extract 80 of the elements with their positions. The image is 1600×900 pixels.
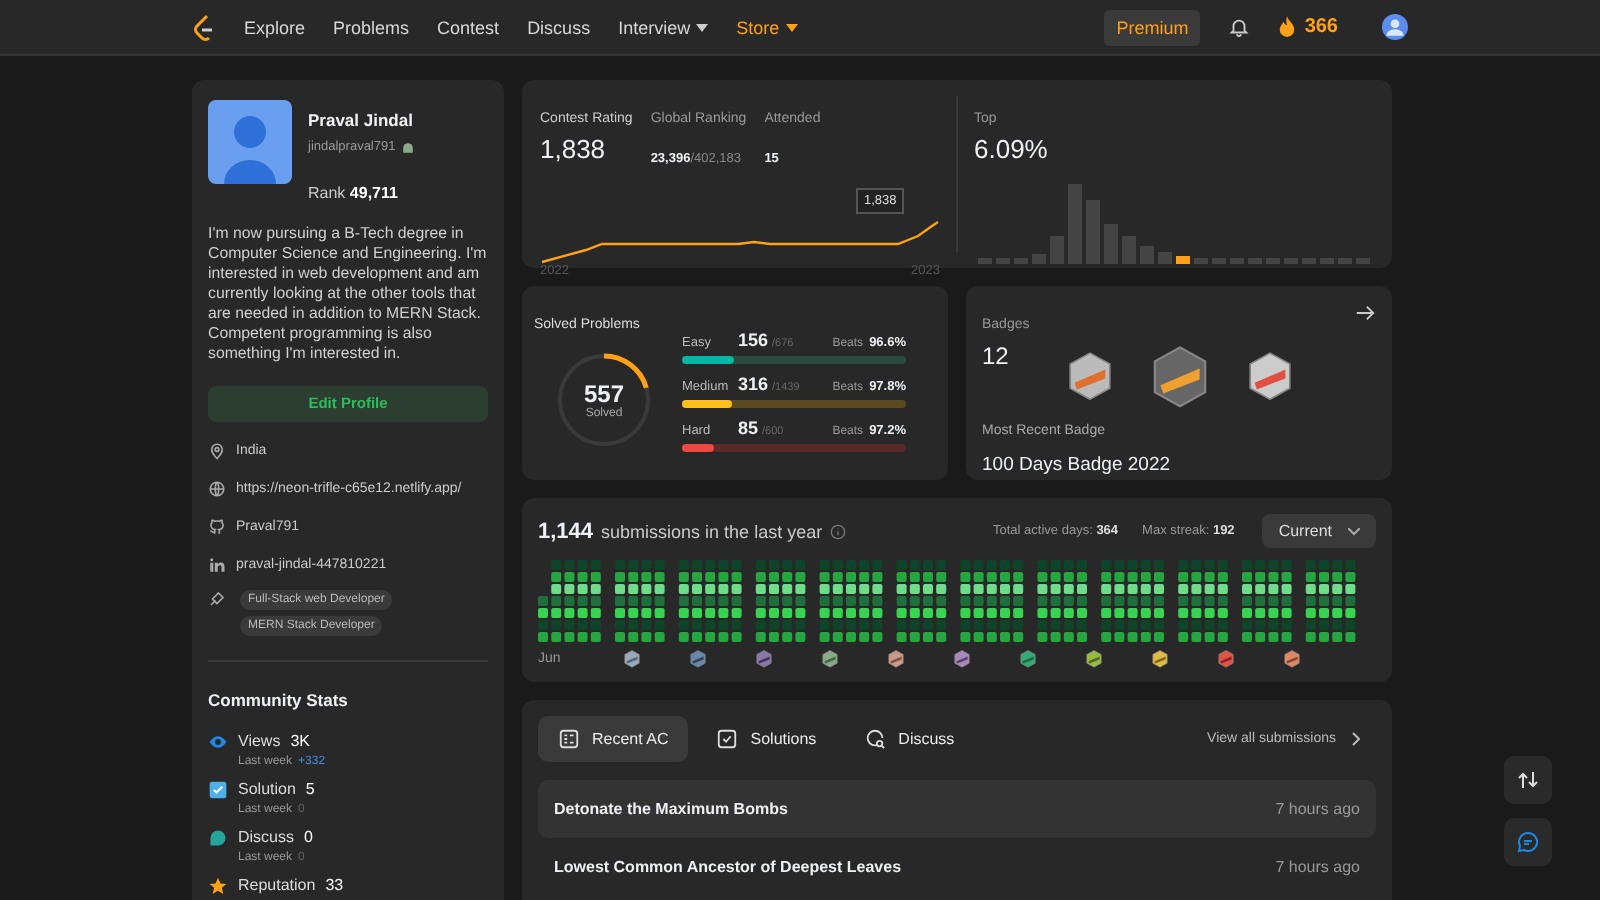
premium-button[interactable]: Premium (1104, 9, 1201, 45)
rank-text: Rank 49,711 (308, 184, 398, 202)
stat-value: 0 (304, 828, 313, 846)
stat-value: 3K (290, 732, 310, 750)
caret-icon (785, 23, 798, 31)
logo-icon[interactable] (192, 13, 216, 41)
problem-title: Detonate the Maximum Bombs (554, 800, 788, 818)
section-title: Community Stats (208, 689, 348, 709)
arrow-right-icon[interactable] (1354, 302, 1376, 324)
month-badge-icon (1019, 650, 1035, 668)
month-badge-icon (1217, 650, 1233, 668)
submission-time: 7 hours ago (1275, 858, 1360, 876)
streak-count: 366 (1304, 16, 1338, 38)
chat-bubble-icon (208, 827, 228, 847)
month-badge-icon (689, 650, 705, 668)
tab[interactable]: Discuss (844, 716, 975, 762)
user-name: Praval Jindal (308, 110, 413, 130)
list-icon (558, 728, 580, 750)
nav-link[interactable]: Interview (618, 17, 709, 37)
badge-count: 12 (982, 342, 1009, 370)
nav-link[interactable]: Problems (333, 17, 410, 37)
month-badge-icon (1151, 650, 1167, 668)
submission-count: 1,144 (538, 519, 594, 543)
stat-label: Solution (238, 780, 296, 798)
month-badge-icon (887, 650, 903, 668)
badge-icon (1247, 352, 1291, 401)
problem-title: Lowest Common Ancestor of Deepest Leaves (554, 858, 902, 876)
chat-search-icon (864, 728, 887, 750)
solved-count: 156 (738, 330, 769, 350)
chevron-down-icon (1348, 527, 1360, 535)
tab[interactable]: Solutions (696, 716, 837, 762)
github-icon (208, 517, 226, 535)
eye-icon (208, 731, 228, 751)
location-pin-icon (208, 441, 226, 459)
year-select[interactable]: Current (1262, 514, 1376, 548)
month-badge-icon (953, 650, 969, 668)
month-badge-icon (623, 650, 639, 668)
tab[interactable]: Recent AC (538, 716, 689, 762)
info-icon (830, 523, 847, 539)
solved-total: 557 (583, 379, 625, 407)
month-badge-icon (1085, 650, 1101, 668)
chevron-right-icon (1352, 732, 1360, 746)
nav-link[interactable]: Contest (437, 17, 500, 37)
checkbox-icon (716, 728, 739, 750)
top-percentage: 6.09% (974, 134, 1048, 164)
contest-rating: 1,838 (540, 134, 606, 164)
nav-link[interactable]: Explore (244, 17, 306, 37)
tag-icon (208, 589, 226, 607)
submission-time: 7 hours ago (1275, 800, 1360, 818)
flame-icon[interactable] (1278, 16, 1297, 38)
chat-icon (1516, 830, 1540, 854)
nav-link[interactable]: Store (736, 17, 798, 37)
solved-count: 85 (738, 418, 759, 438)
badge-icon (1067, 352, 1111, 401)
solved-count: 316 (738, 374, 769, 394)
switch-button[interactable] (1504, 756, 1552, 804)
month-badge-icon (821, 650, 837, 668)
badge-icon (1151, 346, 1207, 408)
submission-row[interactable]: Detonate the Maximum Bombs 7 hours ago (538, 780, 1376, 838)
submission-row[interactable]: Lowest Common Ancestor of Deepest Leaves 7 hours ago (538, 838, 1376, 896)
submission-text: submissions in the last year (601, 521, 823, 541)
stat-label: Reputation (238, 876, 316, 894)
checkbox-icon (208, 779, 228, 799)
recent-badge-name: 100 Days Badge 2022 (982, 453, 1171, 476)
bell-icon[interactable] (1228, 16, 1251, 38)
stat-value: 5 (305, 780, 315, 798)
avatar-placeholder (208, 100, 292, 184)
swap-arrows-icon (1516, 768, 1540, 792)
avatar-icon[interactable] (1382, 14, 1408, 40)
star-icon (208, 875, 228, 895)
month-badge-icon (755, 650, 771, 668)
caret-icon (696, 23, 709, 31)
chat-button[interactable] (1504, 818, 1552, 866)
globe-icon (208, 479, 226, 497)
stat-label: Discuss (238, 828, 295, 846)
stat-label: Views (238, 732, 281, 750)
month-badge-icon (1283, 650, 1299, 668)
stat-value: 33 (325, 876, 344, 894)
nav-link[interactable]: Discuss (527, 17, 591, 37)
linkedin-icon (208, 555, 226, 573)
